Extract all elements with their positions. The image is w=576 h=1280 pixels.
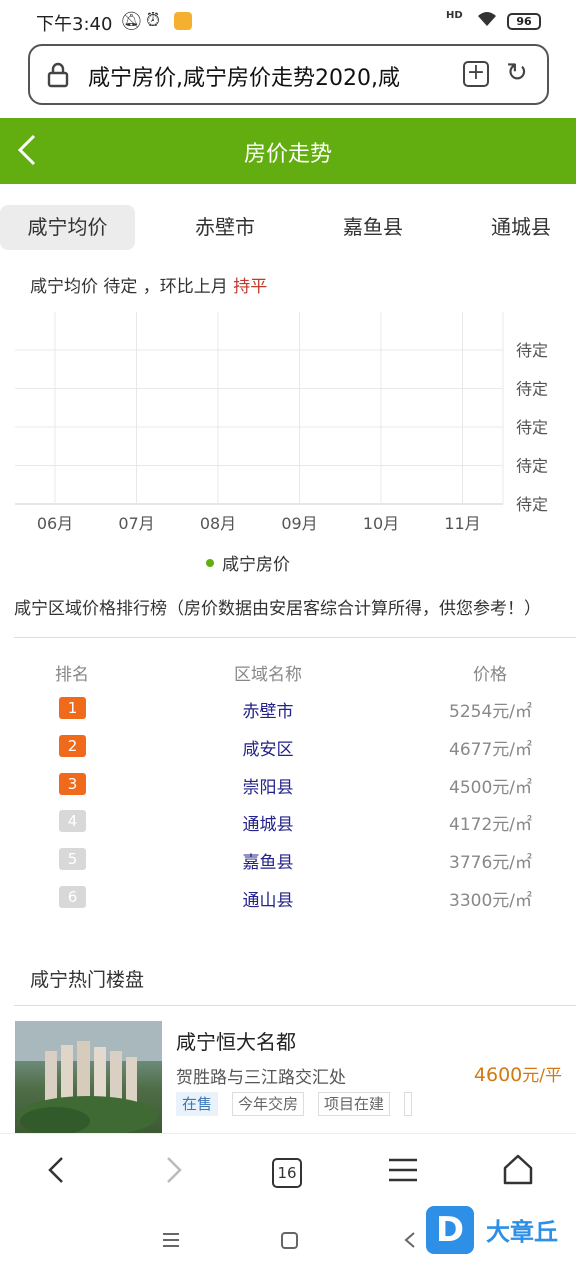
- alarm-clock-icon: ⏰︎: [146, 10, 161, 31]
- divider: [14, 1005, 576, 1006]
- area-price: 4500元/㎡: [449, 777, 532, 798]
- home-icon[interactable]: [502, 1152, 534, 1197]
- tab-tongcheng[interactable]: 通城县: [456, 205, 576, 250]
- tab-jiayu[interactable]: 嘉鱼县: [308, 205, 438, 250]
- listing-name[interactable]: 咸宁恒大名都: [176, 1026, 296, 1055]
- x-tick-label: 07月: [118, 514, 154, 533]
- lock-icon: [46, 62, 70, 88]
- table-row[interactable]: 3 崇阳县 4500元/㎡: [0, 772, 576, 811]
- legend-label: 咸宁房价: [222, 555, 290, 575]
- legend-dot-icon: [206, 559, 214, 567]
- tag-construction: 项目在建: [318, 1092, 391, 1116]
- rank-badge: 6: [59, 886, 86, 908]
- y-tick-label: 待定: [516, 495, 548, 514]
- trend-value: 持平: [233, 277, 268, 297]
- address-bar[interactable]: 咸宁房价,咸宁房价走势2020,咸 + ↻: [28, 44, 549, 105]
- area-price: 4677元/㎡: [449, 739, 532, 760]
- rank-badge: 1: [59, 697, 86, 719]
- wifi-icon: [476, 10, 498, 33]
- area-price: 3776元/㎡: [449, 853, 532, 874]
- tab-count-button[interactable]: 16: [272, 1158, 302, 1188]
- menu-icon[interactable]: [388, 1152, 418, 1197]
- region-tabs: 咸宁均价 赤壁市 嘉鱼县 通城县: [0, 205, 576, 251]
- page-header: 房价走势: [0, 118, 576, 184]
- status-time: 下午3:40: [36, 14, 113, 35]
- table-row[interactable]: 4 通城县 4172元/㎡: [0, 810, 576, 848]
- battery-indicator: 96: [507, 13, 541, 30]
- rank-badge: 2: [59, 734, 86, 757]
- nav-back-icon[interactable]: [46, 1152, 66, 1197]
- hot-section-title: 咸宁热门楼盘: [30, 969, 145, 991]
- divider: [14, 637, 576, 638]
- x-tick-label: 06月: [37, 514, 73, 533]
- url-text[interactable]: 咸宁房价,咸宁房价走势2020,咸: [88, 60, 450, 92]
- listing-image[interactable]: [15, 1021, 162, 1133]
- tag-delivery: 今年交房: [232, 1092, 305, 1116]
- listing-price-value: 4600: [473, 1064, 523, 1086]
- watermark: D 大章丘: [426, 1206, 576, 1256]
- y-tick-label: 待定: [516, 457, 548, 476]
- home-square-icon[interactable]: [280, 1229, 300, 1257]
- tab-chibi[interactable]: 赤壁市: [160, 205, 290, 250]
- y-tick-label: 待定: [516, 341, 548, 360]
- rank-badge: 5: [59, 848, 86, 871]
- reload-icon[interactable]: ↻: [506, 58, 528, 88]
- tag-overflow: [404, 1092, 412, 1116]
- tab-xianning-avg[interactable]: 咸宁均价: [0, 205, 135, 250]
- table-row[interactable]: 6 通山县 3300元/㎡: [0, 886, 576, 924]
- nav-forward-icon[interactable]: [164, 1152, 184, 1197]
- system-back-icon[interactable]: [402, 1229, 418, 1257]
- recents-icon[interactable]: [162, 1229, 180, 1257]
- header-price: 价格: [473, 665, 507, 685]
- listing-price: 4600元/平: [474, 1061, 562, 1086]
- notes-app-icon: [174, 12, 192, 30]
- chart-legend: 咸宁房价: [206, 550, 290, 575]
- browser-toolbar: 16: [0, 1133, 576, 1211]
- x-tick-label: 08月: [200, 514, 236, 533]
- area-name[interactable]: 咸安区: [208, 735, 328, 760]
- x-tick-label: 09月: [281, 514, 317, 533]
- watermark-logo: D: [426, 1206, 474, 1254]
- area-name[interactable]: 通城县: [208, 810, 328, 835]
- rank-badge: 3: [59, 772, 86, 795]
- x-tick-label: 11月: [444, 514, 480, 533]
- bell-muted-icon: 🔕︎: [120, 11, 143, 32]
- hd-signal-label: HD: [446, 10, 463, 21]
- area-name[interactable]: 崇阳县: [208, 773, 328, 798]
- summary-text: 咸宁均价 待定 ，环比上月: [30, 277, 234, 297]
- area-price: 3300元/㎡: [449, 891, 532, 911]
- area-price: 4172元/㎡: [449, 815, 532, 836]
- area-name[interactable]: 通山县: [208, 886, 328, 911]
- rank-badge: 4: [59, 810, 86, 833]
- tag-on-sale: 在售: [176, 1092, 219, 1116]
- header-area: 区域名称: [234, 665, 302, 685]
- y-tick-label: 待定: [516, 380, 548, 399]
- price-trend-chart: 待定待定待定待定待定06月 07月 08月 09月 10月 11月: [15, 312, 548, 533]
- listing-price-unit: 元/平: [522, 1066, 562, 1086]
- listing-address: 贺胜路与三江路交汇处: [176, 1068, 346, 1088]
- ranking-title: 咸宁区域价格排行榜（房价数据由安居客综合计算所得，供您参考！）: [14, 599, 541, 619]
- page-title: 房价走势: [243, 142, 332, 167]
- header-rank: 排名: [55, 665, 89, 685]
- table-row[interactable]: 1 赤壁市 5254元/㎡: [0, 697, 576, 735]
- area-price: 5254元/㎡: [449, 702, 532, 722]
- status-bar: 下午3:40 🔕︎ ⏰︎ HD 96: [0, 0, 576, 42]
- x-tick-label: 10月: [363, 514, 399, 533]
- price-summary: 咸宁均价 待定 ，环比上月 持平: [30, 272, 267, 297]
- y-tick-label: 待定: [516, 418, 548, 437]
- area-name[interactable]: 嘉鱼县: [208, 848, 328, 873]
- table-row[interactable]: 2 咸安区 4677元/㎡: [0, 734, 576, 773]
- table-row[interactable]: 5 嘉鱼县 3776元/㎡: [0, 848, 576, 886]
- area-name[interactable]: 赤壁市: [208, 697, 328, 722]
- add-bookmark-icon[interactable]: +: [463, 61, 489, 87]
- watermark-text: 大章丘: [486, 1218, 558, 1246]
